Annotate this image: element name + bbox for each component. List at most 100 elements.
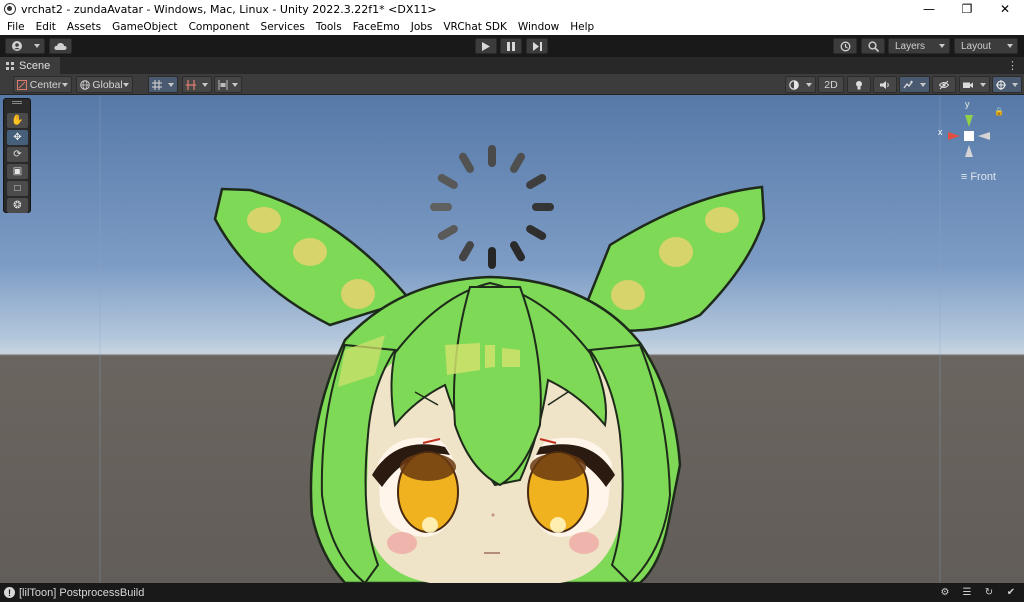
layout-label: Layout bbox=[961, 40, 992, 52]
camera-dropdown[interactable] bbox=[959, 76, 990, 93]
layout-dropdown[interactable]: Layout bbox=[954, 38, 1018, 54]
layers-dropdown[interactable]: Layers bbox=[888, 38, 950, 54]
window-controls: — ❐ ✕ bbox=[910, 0, 1024, 18]
lock-icon[interactable]: 🔒 bbox=[994, 107, 1004, 116]
tab-scene-label: Scene bbox=[19, 59, 51, 72]
menu-file[interactable]: File bbox=[3, 21, 29, 33]
debug-icon[interactable]: ⚙ bbox=[938, 585, 952, 599]
pivot-dropdown[interactable]: Center bbox=[13, 76, 72, 93]
space-dropdown[interactable]: Global bbox=[76, 76, 133, 93]
menu-jobs[interactable]: Jobs bbox=[407, 21, 437, 33]
close-icon[interactable]: ✕ bbox=[986, 0, 1024, 18]
chevron-down-icon bbox=[34, 44, 40, 48]
chevron-down-icon bbox=[806, 82, 812, 87]
drag-handle-icon[interactable] bbox=[12, 101, 22, 104]
increment-snap-dropdown[interactable] bbox=[182, 76, 212, 93]
audio-toggle[interactable] bbox=[873, 76, 897, 93]
camera-icon bbox=[963, 82, 973, 88]
chevron-down-icon bbox=[61, 82, 68, 87]
menu-vrchat-sdk[interactable]: VRChat SDK bbox=[439, 21, 510, 33]
chevron-down-icon bbox=[1007, 44, 1013, 48]
loading-spinner bbox=[430, 145, 554, 269]
menu-window[interactable]: Window bbox=[514, 21, 563, 33]
cloud-button[interactable] bbox=[49, 38, 72, 54]
history-icon bbox=[840, 41, 850, 51]
grid-snap-icon bbox=[152, 79, 162, 90]
gizmo-x-label: x bbox=[938, 127, 943, 137]
console-status[interactable]: ! [lilToon] PostprocessBuild bbox=[4, 587, 144, 599]
check-icon[interactable]: ✔ bbox=[1004, 585, 1018, 599]
menu-edit[interactable]: Edit bbox=[32, 21, 60, 33]
menu-component[interactable]: Component bbox=[185, 21, 254, 33]
globe-icon bbox=[80, 79, 90, 90]
menu-assets[interactable]: Assets bbox=[63, 21, 105, 33]
menu-help[interactable]: Help bbox=[566, 21, 598, 33]
chevron-down-icon bbox=[122, 82, 129, 87]
menu-bar: File Edit Assets GameObject Component Se… bbox=[0, 18, 1024, 35]
shading-sphere-icon bbox=[789, 79, 799, 90]
scale-tool-icon[interactable]: ▣ bbox=[7, 164, 28, 179]
cache-server-icon[interactable]: ☰ bbox=[960, 585, 974, 599]
view-label[interactable]: ≡ Front bbox=[961, 171, 996, 183]
visibility-toggle[interactable] bbox=[932, 76, 956, 93]
more-options-icon[interactable]: ⋮ bbox=[1007, 59, 1018, 72]
view-menu-icon: ≡ bbox=[960, 171, 968, 183]
auto-refresh-icon[interactable]: ↻ bbox=[982, 585, 996, 599]
align-dropdown[interactable] bbox=[214, 76, 242, 93]
move-tool-icon[interactable]: ✥ bbox=[7, 130, 28, 145]
search-button[interactable] bbox=[861, 38, 885, 54]
toggle-2d-button[interactable]: 2D bbox=[818, 76, 844, 93]
pause-button[interactable] bbox=[500, 38, 522, 54]
gizmo-y-label: y bbox=[965, 99, 970, 109]
tab-bar: Scene ⋮ bbox=[0, 57, 1024, 74]
hand-tool-icon[interactable]: ✋ bbox=[7, 113, 28, 128]
status-icons: ⚙ ☰ ↻ ✔ bbox=[938, 585, 1018, 599]
scene-grid-icon bbox=[6, 61, 14, 70]
main-toolbar: Layers Layout bbox=[0, 35, 1024, 57]
lighting-toggle[interactable] bbox=[847, 76, 871, 93]
toggle-2d-label: 2D bbox=[824, 78, 838, 91]
status-message: [lilToon] PostprocessBuild bbox=[19, 586, 145, 599]
effects-dropdown[interactable] bbox=[899, 76, 930, 93]
rotate-tool-icon[interactable]: ⟳ bbox=[7, 147, 28, 162]
search-icon bbox=[867, 40, 879, 52]
scene-viewport[interactable]: ✋ ✥ ⟳ ▣ □ ❂ y x 🔒 ≡ Front bbox=[0, 95, 1024, 583]
info-icon: ! bbox=[4, 587, 15, 598]
lightbulb-icon bbox=[856, 80, 862, 89]
gizmos-dropdown[interactable] bbox=[992, 76, 1022, 93]
chevron-down-icon bbox=[232, 82, 238, 87]
unity-logo-icon bbox=[4, 3, 16, 15]
tool-palette: ✋ ✥ ⟳ ▣ □ ❂ bbox=[3, 98, 31, 213]
account-button[interactable] bbox=[5, 38, 45, 54]
view-label-text: Front bbox=[970, 171, 996, 183]
status-bar: ! [lilToon] PostprocessBuild ⚙ ☰ ↻ ✔ bbox=[0, 583, 1024, 602]
pivot-center-icon bbox=[17, 79, 27, 90]
layers-label: Layers bbox=[895, 40, 926, 52]
restore-icon[interactable]: ❐ bbox=[948, 0, 986, 18]
play-icon bbox=[482, 41, 490, 51]
increment-snap-icon bbox=[186, 79, 196, 90]
play-button[interactable] bbox=[475, 38, 497, 54]
align-icon bbox=[218, 79, 228, 90]
menu-gameobject[interactable]: GameObject bbox=[108, 21, 181, 33]
rect-tool-icon[interactable]: □ bbox=[7, 181, 28, 196]
menu-services[interactable]: Services bbox=[257, 21, 309, 33]
shading-mode-dropdown[interactable] bbox=[785, 76, 816, 93]
chevron-down-icon bbox=[939, 44, 945, 48]
menu-tools[interactable]: Tools bbox=[312, 21, 346, 33]
tab-scene[interactable]: Scene bbox=[0, 57, 60, 74]
step-button[interactable] bbox=[526, 38, 548, 54]
audio-icon bbox=[880, 80, 889, 89]
scene-toolbar: Center Global 2D bbox=[0, 74, 1024, 95]
window-title: vrchat2 - zundaAvatar - Windows, Mac, Li… bbox=[21, 2, 437, 16]
chevron-down-icon bbox=[168, 82, 174, 87]
minimize-icon[interactable]: — bbox=[910, 0, 948, 18]
chevron-down-icon bbox=[980, 82, 986, 87]
avatar-render bbox=[99, 95, 941, 583]
gizmos-icon bbox=[996, 79, 1006, 90]
menu-faceemo[interactable]: FaceEmo bbox=[349, 21, 404, 33]
history-button[interactable] bbox=[833, 38, 857, 54]
grid-snapping-dropdown[interactable] bbox=[148, 76, 178, 93]
transform-tool-icon[interactable]: ❂ bbox=[7, 198, 28, 213]
chevron-down-icon bbox=[202, 82, 208, 87]
